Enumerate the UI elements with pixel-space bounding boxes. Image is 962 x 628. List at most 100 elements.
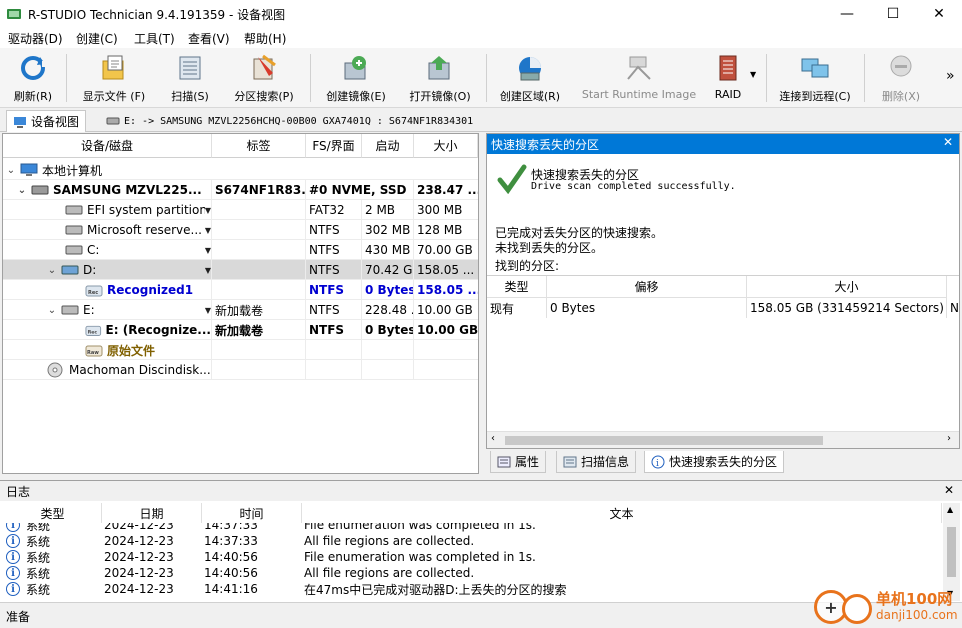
partition-cell-offset[interactable]: 0 Bytes [547,298,747,318]
raid-dropdown-icon[interactable]: ▼ [750,70,756,79]
column-header-size[interactable]: 大小 [747,276,947,298]
expand-chevron-icon[interactable]: ⌄ [47,265,57,276]
log-row[interactable]: i 系统 2024-12-23 14:40:56 All file regions… [4,565,942,581]
tree-item-label: EFI system partition [87,203,205,217]
watermark-name: 单机100网 [876,590,953,608]
log-header-type[interactable]: 类型 [4,503,102,523]
column-header-offset[interactable]: 偏移 [547,276,747,298]
tree-row-e-recognized[interactable]: Rec E: (Recognize... 新加载卷 NTFS 0 Bytes 1… [3,320,478,340]
partition-icon [61,265,79,275]
dropdown-arrow-icon[interactable]: ▼ [205,226,211,235]
log-cell-text: File enumeration was completed in 1s. [304,523,536,532]
menu-tools[interactable]: 工具(T) [134,30,175,47]
show-files-label: 显示文件 (F) [82,90,146,103]
log-cell-date: 2024-12-23 [104,523,174,532]
dropdown-arrow-icon[interactable]: ▼ [205,246,211,255]
scan-info-icon [563,456,577,467]
success-check-icon [497,164,527,194]
tree-cell-start: 2 MB [362,200,414,220]
connect-remote-button[interactable]: 连接到远程(C) [774,52,856,106]
tree-cell-start: 302 MB [362,220,414,240]
tree-row-c-drive[interactable]: C: ▼ NTFS 430 MB 70.00 GB [3,240,478,260]
tree-cell-fs: NTFS [306,280,362,300]
column-header-type[interactable]: 类型 [487,276,547,298]
scroll-up-icon[interactable]: ▲ [947,505,953,514]
tree-row-d-drive[interactable]: ⌄ D: ▼ NTFS 70.42 GB 158.05 ... [3,260,478,280]
maximize-button[interactable]: ☐ [870,0,916,28]
toolbar-separator [486,54,487,102]
tree-cell-size: 128 MB [417,223,463,237]
expand-chevron-icon[interactable]: ⌄ [17,185,27,196]
tab-device-view[interactable]: 设备视图 [6,110,87,132]
log-row[interactable]: i 系统 2024-12-23 14:37:33 File enumeration… [4,523,942,533]
partition-cell-size[interactable]: 158.05 GB (331459214 Sectors) [747,298,947,318]
tab-properties[interactable]: 属性 [490,451,547,473]
tree-row-efi[interactable]: EFI system partition ▼ FAT32 2 MB 300 MB [3,200,478,220]
expand-chevron-icon[interactable]: ⌄ [6,165,16,176]
tree-row-disk[interactable]: ⌄ SAMSUNG MZVL225... S674NF1R83... #0 NV… [3,180,478,200]
create-image-button[interactable]: 创建镜像(E) [318,52,394,106]
log-close-icon[interactable]: ✕ [944,483,954,497]
open-image-button[interactable]: 打开镜像(O) [402,52,478,106]
panel-close-icon[interactable]: ✕ [943,135,953,149]
column-header-fs[interactable]: FS/界面 [306,134,362,158]
tab-drive[interactable]: E: -> SAMSUNG MZVL2256HCHQ-00B00 GXA7401… [100,110,479,132]
partition-search-button[interactable]: 分区搜索(P) [226,52,302,106]
tree-row-optical-drive[interactable]: Machoman Discindisk... [3,360,478,380]
tab-scan-info[interactable]: 扫描信息 [556,451,637,473]
partition-cell-type[interactable]: 现有 [487,298,547,318]
tree-row-recognized1[interactable]: Rec Recognized1 NTFS 0 Bytes 158.05 ... [3,280,478,300]
dropdown-arrow-icon[interactable]: ▼ [205,206,211,215]
scrollbar-thumb[interactable] [505,436,823,445]
column-header-label[interactable]: 标签 [212,134,306,158]
toolbar-separator [864,54,865,102]
tree-row-raw-files[interactable]: Raw 原始文件 [3,340,478,360]
horizontal-scrollbar[interactable]: ‹ › [487,431,959,448]
scroll-right-icon[interactable]: › [947,433,951,444]
raid-icon [713,52,743,84]
partition-search-icon [249,52,279,84]
log-row[interactable]: i 系统 2024-12-23 14:40:56 File enumeration… [4,549,942,565]
tree-row-local-computer[interactable]: ⌄ 本地计算机 [3,160,478,180]
column-header-size[interactable]: 大小 [414,134,478,158]
start-runtime-image-label: Start Runtime Image [581,88,697,101]
svg-text:Rec: Rec [88,290,98,296]
menu-create[interactable]: 创建(C) [76,30,118,47]
dropdown-arrow-icon[interactable]: ▼ [205,266,211,275]
expand-chevron-icon[interactable]: ⌄ [47,305,57,316]
scroll-left-icon[interactable]: ‹ [491,433,495,444]
toolbar-overflow-button[interactable]: » [946,68,955,84]
result-line-2: 未找到丢失的分区。 [495,241,604,255]
menu-help[interactable]: 帮助(H) [244,30,286,47]
column-header-start[interactable]: 启动 [362,134,414,158]
raid-button[interactable]: RAID [708,52,748,106]
raw-files-icon: Raw [85,345,103,357]
minimize-button[interactable]: — [824,0,870,28]
menu-drive[interactable]: 驱动器(D) [8,30,63,47]
tree-cell-label [212,200,306,220]
log-row[interactable]: i 系统 2024-12-23 14:41:16 在47ms中已完成对驱动器D:上… [4,581,942,597]
log-header-date[interactable]: 日期 [102,503,202,523]
log-cell-date: 2024-12-23 [104,566,174,580]
tab-drive-label: E: -> SAMSUNG MZVL2256HCHQ-00B00 GXA7401… [124,115,474,127]
tree-row-e-drive[interactable]: ⌄ E: ▼ 新加载卷 NTFS 228.48 ... 10.00 GB [3,300,478,320]
close-button[interactable]: ✕ [916,0,962,28]
scan-button[interactable]: 扫描(S) [164,52,216,106]
log-header-text[interactable]: 文本 [302,503,942,523]
dropdown-arrow-icon[interactable]: ▼ [205,306,211,315]
refresh-button[interactable]: 刷新(R) [8,52,58,106]
tree-row-msr[interactable]: Microsoft reserve... ▼ NTFS 302 MB 128 M… [3,220,478,240]
scrollbar-thumb[interactable] [947,527,956,577]
svg-text:Raw: Raw [87,350,99,356]
log-row[interactable]: i 系统 2024-12-23 14:37:33 All file regions… [4,533,942,549]
tree-cell-start [362,340,414,360]
panel-header: 快速搜索丢失的分区 [487,134,959,154]
toolbar-separator [66,54,67,102]
column-header-device[interactable]: 设备/磁盘 [3,134,212,158]
show-files-button[interactable]: 显示文件 (F) [74,52,154,106]
menu-view[interactable]: 查看(V) [188,30,230,47]
tab-quick-search[interactable]: i 快速搜索丢失的分区 [644,451,785,473]
connect-remote-icon [800,52,830,84]
create-region-button[interactable]: 创建区域(R) [494,52,566,106]
log-header-time[interactable]: 时间 [202,503,302,523]
